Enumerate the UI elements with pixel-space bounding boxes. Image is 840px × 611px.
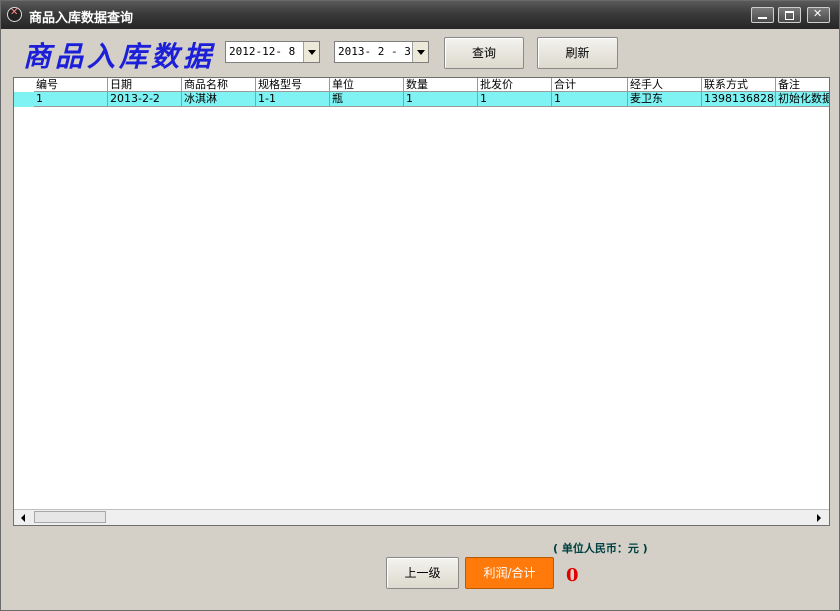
- refresh-button[interactable]: 刷新: [537, 37, 618, 69]
- col-header-spec[interactable]: 规格型号: [256, 78, 330, 92]
- col-header-date[interactable]: 日期: [108, 78, 182, 92]
- back-up-button[interactable]: 上一级: [386, 557, 459, 589]
- col-header-contact[interactable]: 联系方式: [702, 78, 776, 92]
- chevron-down-icon[interactable]: [303, 42, 319, 62]
- data-grid[interactable]: 编号 日期 商品名称 规格型号 单位 数量 批发价 合计 经手人 联系方式 备注…: [13, 77, 830, 526]
- close-button[interactable]: [807, 7, 830, 23]
- cell-date[interactable]: 2013-2-2: [108, 92, 182, 107]
- col-header-remark[interactable]: 备注: [776, 78, 829, 92]
- cell-contact[interactable]: 13981368289: [702, 92, 776, 107]
- horizontal-scrollbar[interactable]: [14, 509, 829, 525]
- main-window: 商品入库数据查询 商品入库数据 2012-12- 8 2013- 2 - 3 查…: [0, 0, 840, 611]
- app-icon[interactable]: [7, 7, 22, 22]
- cell-spec[interactable]: 1-1: [256, 92, 330, 107]
- currency-unit-note: ( 单位人民币：元 ): [553, 542, 648, 555]
- cell-remark[interactable]: 初始化数据: [776, 92, 829, 107]
- col-header-qty[interactable]: 数量: [404, 78, 478, 92]
- minimize-button[interactable]: [751, 7, 774, 23]
- col-header-product[interactable]: 商品名称: [182, 78, 256, 92]
- col-header-handler[interactable]: 经手人: [628, 78, 702, 92]
- scroll-thumb[interactable]: [34, 511, 106, 523]
- profit-total-button[interactable]: 利润/合计: [465, 557, 554, 589]
- date-to-value: 2013- 2 - 3: [338, 45, 411, 58]
- chevron-down-icon[interactable]: [412, 42, 428, 62]
- col-header-price[interactable]: 批发价: [478, 78, 552, 92]
- scroll-left-icon[interactable]: [17, 511, 31, 524]
- col-header-unit[interactable]: 单位: [330, 78, 404, 92]
- query-button[interactable]: 查询: [444, 37, 524, 69]
- cell-handler[interactable]: 麦卫东: [628, 92, 702, 107]
- col-header-total[interactable]: 合计: [552, 78, 628, 92]
- page-heading: 商品入库数据: [23, 40, 216, 73]
- cell-total[interactable]: 1: [552, 92, 628, 107]
- cell-id[interactable]: 1: [34, 92, 108, 107]
- date-from-picker[interactable]: 2012-12- 8: [225, 41, 320, 63]
- scroll-right-icon[interactable]: [812, 511, 826, 524]
- cell-product[interactable]: 冰淇淋: [182, 92, 256, 107]
- grid-header: 编号 日期 商品名称 规格型号 单位 数量 批发价 合计 经手人 联系方式 备注: [14, 78, 829, 92]
- date-to-picker[interactable]: 2013- 2 - 3: [334, 41, 429, 63]
- cell-unit[interactable]: 瓶: [330, 92, 404, 107]
- total-value: 0: [566, 565, 579, 586]
- title-bar[interactable]: 商品入库数据查询: [1, 1, 839, 29]
- cell-qty[interactable]: 1: [404, 92, 478, 107]
- maximize-button[interactable]: [778, 7, 801, 23]
- cell-price[interactable]: 1: [478, 92, 552, 107]
- date-from-value: 2012-12- 8: [229, 45, 296, 58]
- window-title: 商品入库数据查询: [29, 11, 134, 26]
- col-header-id[interactable]: 编号: [34, 78, 108, 92]
- table-row[interactable]: 1 2013-2-2 冰淇淋 1-1 瓶 1 1 1 麦卫东 139813682…: [14, 92, 829, 107]
